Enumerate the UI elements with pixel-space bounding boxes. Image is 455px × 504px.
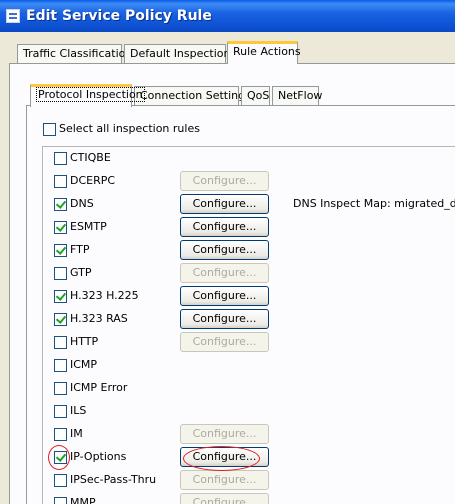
rule-row: IM Configure...	[0, 423, 455, 445]
dialog-window: Edit Service Policy Rule Traffic Classif…	[0, 0, 455, 504]
rule-label: DCERPC	[70, 174, 116, 187]
rule-row: MMP Configure...	[0, 492, 455, 504]
rule-checkbox[interactable]	[54, 474, 67, 487]
rule-label: ICMP	[70, 358, 98, 371]
tab-label: Default Inspections	[130, 47, 237, 60]
rule-label: H.323 H.225	[70, 289, 139, 302]
tab-netflow[interactable]: NetFlow	[272, 86, 323, 105]
rule-label: CTIQBE	[70, 151, 111, 164]
rule-row: H.323 H.225 Configure...	[0, 285, 455, 307]
rule-checkbox[interactable]	[54, 336, 67, 349]
select-all-label: Select all inspection rules	[59, 122, 200, 135]
app-icon	[6, 9, 20, 23]
configure-button[interactable]: Configure...	[180, 171, 269, 191]
annotation-circle	[183, 446, 260, 471]
rule-label: FTP	[70, 243, 90, 256]
rule-row: ICMP	[0, 354, 455, 376]
rule-row: ESMTP Configure...	[0, 216, 455, 238]
rule-row: GTP Configure...	[0, 262, 455, 284]
title-bar[interactable]: Edit Service Policy Rule	[0, 0, 455, 32]
tab-protocol-inspection[interactable]: Protocol Inspection	[30, 84, 145, 107]
configure-button[interactable]: Configure...	[180, 240, 269, 260]
rule-row: CTIQBE	[0, 147, 455, 169]
rule-row: IPSec-Pass-Thru Configure...	[0, 469, 455, 491]
rule-checkbox[interactable]	[54, 497, 67, 504]
rule-checkbox[interactable]	[54, 221, 67, 234]
rule-label: IM	[70, 427, 83, 440]
configure-button[interactable]: Configure...	[180, 470, 269, 490]
rule-checkbox[interactable]	[54, 267, 67, 280]
configure-button[interactable]: Configure...	[180, 309, 269, 329]
rule-checkbox[interactable]	[54, 198, 67, 211]
tab-label: NetFlow	[278, 89, 323, 102]
tab-label: Traffic Classification	[23, 47, 133, 60]
rule-checkbox[interactable]	[54, 175, 67, 188]
tab-traffic-classification[interactable]: Traffic Classification	[17, 44, 132, 63]
rule-checkbox[interactable]	[54, 290, 67, 303]
rule-row: DCERPC Configure...	[0, 170, 455, 192]
rule-checkbox[interactable]	[54, 382, 67, 395]
configure-button[interactable]: Configure...	[180, 493, 269, 504]
rule-label: IPSec-Pass-Thru	[70, 473, 157, 486]
rule-row: DNS Configure... DNS Inspect Map: migrated…	[0, 193, 455, 215]
rule-label: ICMP Error	[70, 381, 128, 394]
tab-default-inspections[interactable]: Default Inspections	[124, 44, 236, 63]
select-all-checkbox[interactable]	[43, 123, 56, 136]
configure-button[interactable]: Configure...	[180, 286, 269, 306]
rule-checkbox[interactable]	[54, 152, 67, 165]
tab-label: Rule Actions	[233, 45, 301, 58]
window-title: Edit Service Policy Rule	[26, 8, 212, 24]
tab-rule-actions[interactable]: Rule Actions	[227, 41, 301, 64]
configure-button[interactable]: Configure...	[180, 217, 269, 237]
rule-row: H.323 RAS Configure...	[0, 308, 455, 330]
rule-label: ILS	[70, 404, 87, 417]
configure-button[interactable]: Configure...	[180, 424, 269, 444]
configure-button[interactable]: Configure...	[180, 194, 269, 214]
rule-checkbox[interactable]	[54, 244, 67, 257]
tab-label: Connection Settings	[140, 89, 251, 102]
tab-connection-settings[interactable]: Connection Settings	[134, 86, 251, 105]
rule-checkbox[interactable]	[54, 313, 67, 326]
rule-checkbox[interactable]	[54, 428, 67, 441]
rule-label: DNS	[70, 197, 94, 210]
tab-label: QoS	[247, 89, 270, 102]
rule-label: IP-Options	[70, 450, 127, 463]
inspect-map-label: DNS Inspect Map: migrated_dns_m	[293, 197, 455, 210]
annotation-circle	[48, 445, 70, 470]
configure-button[interactable]: Configure...	[180, 332, 269, 352]
rule-label: HTTP	[70, 335, 99, 348]
rule-label: H.323 RAS	[70, 312, 128, 325]
tab-qos[interactable]: QoS	[241, 86, 270, 105]
rule-checkbox[interactable]	[54, 359, 67, 372]
rule-row: HTTP Configure...	[0, 331, 455, 353]
rule-label: GTP	[70, 266, 92, 279]
rule-label: MMP	[70, 496, 96, 504]
rule-row: ILS	[0, 400, 455, 422]
configure-button[interactable]: Configure...	[180, 263, 269, 283]
rule-checkbox[interactable]	[54, 405, 67, 418]
tab-label: Protocol Inspection	[36, 87, 145, 102]
rule-row: FTP Configure...	[0, 239, 455, 261]
rule-row: ICMP Error	[0, 377, 455, 399]
rule-label: ESMTP	[70, 220, 107, 233]
